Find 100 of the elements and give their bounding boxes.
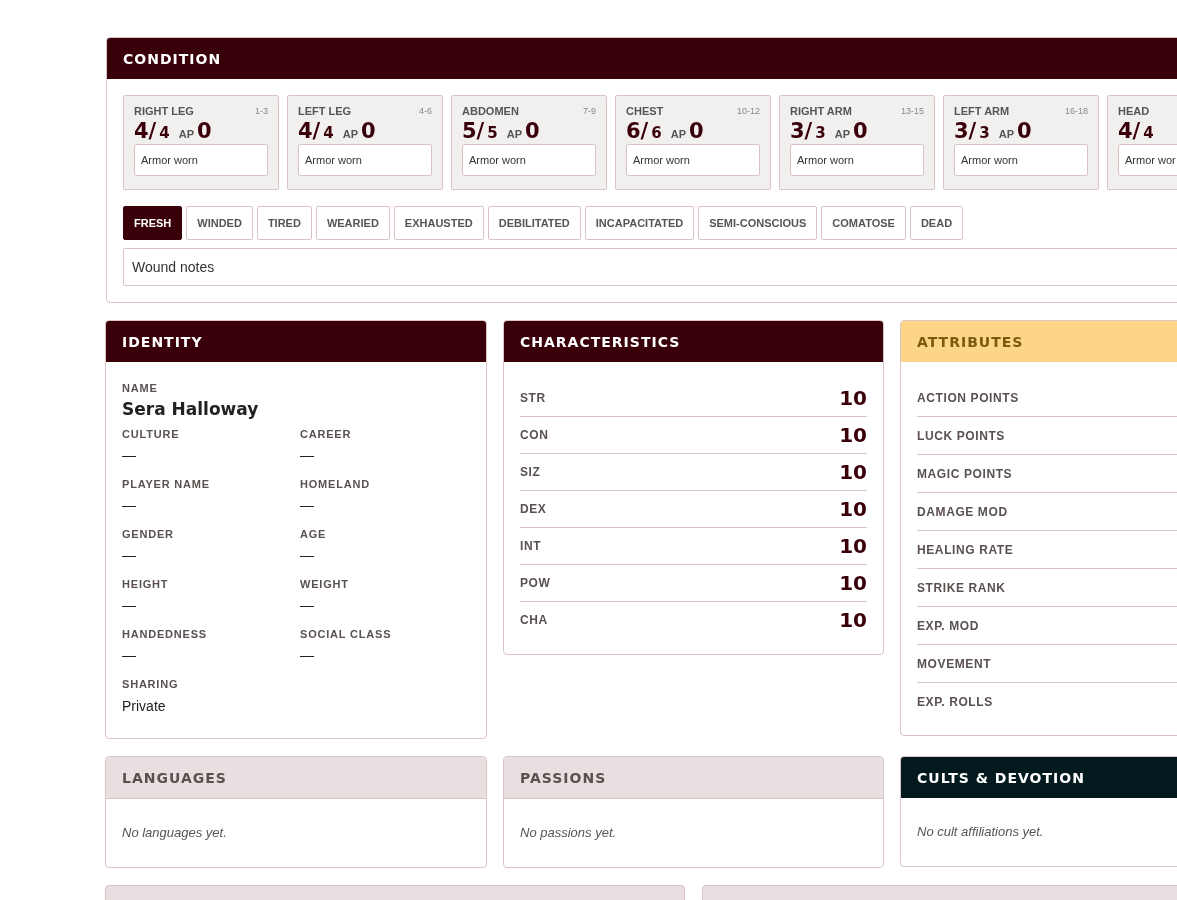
panel-title: CULTS & DEVOTION [917, 769, 1085, 786]
armor-points: 0 [1017, 119, 1032, 143]
attribute-label: LUCK POINTS [917, 429, 1005, 443]
fatigue-button[interactable]: INCAPACITATED [584, 206, 695, 240]
attribute-label: EXP. ROLLS [917, 695, 993, 709]
max-hit-points: 3 [815, 124, 826, 142]
panel-title: PASSIONS [520, 769, 607, 786]
location-name: CHEST [626, 105, 664, 117]
armor-points: 0 [197, 119, 212, 143]
ap-label: AP [834, 128, 850, 140]
field-value: — [300, 497, 315, 513]
fatigue-button[interactable]: WEARIED [315, 206, 390, 240]
attribute-label: MOVEMENT [917, 657, 992, 671]
fatigue-button[interactable]: FRESH [123, 206, 183, 240]
empty-message: No cult affiliations yet. [916, 823, 1045, 841]
empty-message: No languages yet. [121, 824, 228, 842]
max-hit-points: 3 [979, 124, 990, 142]
characteristic-value: 10 [839, 386, 867, 410]
armor-input[interactable]: Armor worn [134, 144, 268, 176]
location-range: 13-15 [900, 106, 924, 116]
field-value: — [122, 497, 137, 513]
characteristic-value: 10 [839, 608, 867, 632]
ap-label: AP [342, 128, 358, 140]
location-range: 4-6 [419, 106, 432, 116]
fatigue-button[interactable]: DEAD [909, 206, 964, 240]
armor-input[interactable]: Armor worn [298, 144, 432, 176]
field-value: — [122, 647, 137, 663]
characteristic-label: STR [520, 391, 546, 405]
field-value: — [300, 547, 315, 563]
panel-title: IDENTITY [122, 333, 203, 350]
field-value: — [122, 447, 137, 463]
field-label: SHARING [122, 678, 180, 690]
ap-label: AP [178, 128, 194, 140]
attribute-label: EXP. MOD [917, 619, 979, 633]
field-value: — [122, 597, 137, 613]
max-hit-points: 4 [159, 124, 170, 142]
armor-input[interactable]: Armor worn [790, 144, 924, 176]
attribute-label: ACTION POINTS [917, 391, 1019, 405]
armor-points: 0 [361, 119, 376, 143]
panel-title: CONDITION [123, 50, 222, 67]
hit-points: 6/ [626, 119, 649, 143]
armor-input[interactable]: Armor worn [462, 144, 596, 176]
hit-points: 4/ [1118, 119, 1141, 143]
field-value: Private [122, 698, 167, 714]
ap-label: AP [998, 128, 1014, 140]
field-label: HOMELAND [300, 478, 371, 490]
hit-points: 4/ [298, 119, 321, 143]
characteristic-label: POW [520, 576, 551, 590]
fatigue-button[interactable]: SEMI-CONSCIOUS [698, 206, 818, 240]
max-hit-points: 4 [1143, 124, 1154, 142]
characteristic-label: INT [520, 539, 542, 553]
field-label: CAREER [300, 428, 353, 440]
field-label: HEIGHT [122, 578, 170, 590]
location-name: LEFT ARM [954, 105, 1010, 117]
location-name: HEAD [1118, 105, 1150, 117]
fatigue-button[interactable]: COMATOSE [821, 206, 906, 240]
field-label: GENDER [122, 528, 175, 540]
max-hit-points: 4 [323, 124, 334, 142]
characteristic-label: CON [520, 428, 549, 442]
empty-message: No passions yet. [519, 824, 618, 842]
panel-title: LANGUAGES [122, 769, 227, 786]
location-range: 7-9 [583, 106, 596, 116]
fatigue-button[interactable]: WINDED [186, 206, 253, 240]
ap-label: AP [670, 128, 686, 140]
field-value: — [300, 647, 315, 663]
hit-points: 5/ [462, 119, 485, 143]
armor-input[interactable]: Armor worn [954, 144, 1088, 176]
field-label: AGE [300, 528, 328, 540]
attribute-label: HEALING RATE [917, 543, 1014, 557]
field-value: — [300, 447, 315, 463]
characteristic-label: DEX [520, 502, 547, 516]
fatigue-button[interactable]: TIRED [256, 206, 312, 240]
wound-notes-field[interactable]: Wound notes [123, 248, 1177, 286]
field-label: HANDEDNESS [122, 628, 208, 640]
field-label: PLAYER NAME [122, 478, 211, 490]
field-value: — [122, 547, 137, 563]
field-label: NAME [122, 382, 159, 394]
field-label: CULTURE [122, 428, 181, 440]
characteristic-value: 10 [839, 460, 867, 484]
max-hit-points: 5 [487, 124, 498, 142]
field-label: SOCIAL CLASS [300, 628, 393, 640]
characteristic-value: 10 [839, 423, 867, 447]
field-label: WEIGHT [300, 578, 350, 590]
hit-points: 3/ [954, 119, 977, 143]
fatigue-button[interactable]: DEBILITATED [487, 206, 581, 240]
armor-points: 0 [525, 119, 540, 143]
characteristic-value: 10 [839, 571, 867, 595]
characteristic-label: CHA [520, 613, 548, 627]
ap-label: AP [506, 128, 522, 140]
characteristic-value: 10 [839, 534, 867, 558]
location-range: 16-18 [1064, 106, 1088, 116]
armor-points: 0 [853, 119, 868, 143]
character-name: Sera Halloway [122, 399, 260, 419]
hit-points: 4/ [134, 119, 157, 143]
panel-title: ATTRIBUTES [917, 333, 1024, 350]
characteristic-value: 10 [839, 497, 867, 521]
fatigue-button[interactable]: EXHAUSTED [393, 206, 484, 240]
armor-input[interactable]: Armor wor [1118, 144, 1177, 176]
armor-input[interactable]: Armor worn [626, 144, 760, 176]
location-range: 1-3 [255, 106, 268, 116]
